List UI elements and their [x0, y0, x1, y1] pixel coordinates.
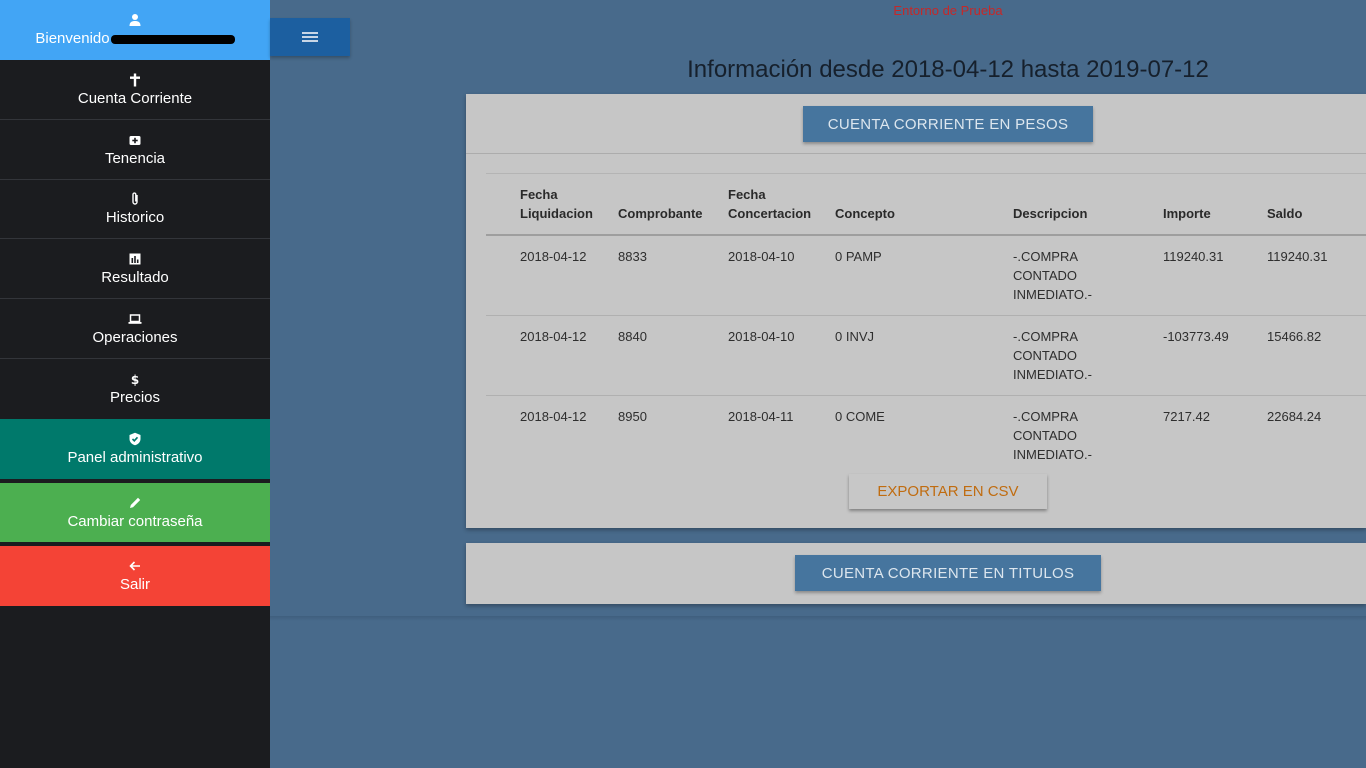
sidebar-item-precios[interactable]: $ Precios [0, 359, 270, 418]
medkit-icon [128, 133, 142, 147]
cross-icon [128, 73, 142, 87]
svg-text:$: $ [131, 373, 139, 386]
sidebar-item-label: Panel administrativo [67, 449, 203, 466]
cell-fecha-liquidacion: 2018-04-12 [520, 409, 587, 424]
sidebar-welcome[interactable]: Bienvenido [0, 0, 270, 60]
cell-concepto: 0 COME [835, 409, 885, 424]
sidebar-item-salir[interactable]: Salir [0, 546, 270, 606]
sidebar-item-label: Cambiar contraseña [67, 512, 203, 530]
cell-importe: 7217.42 [1163, 409, 1210, 424]
pesos-panel: CUENTA CORRIENTE EN PESOS Fecha Liquidaci… [466, 94, 1366, 528]
pencil-icon [128, 496, 142, 510]
sidebar-item-tenencia[interactable]: Tenencia [0, 120, 270, 179]
cuenta-corriente-pesos-button[interactable]: CUENTA CORRIENTE EN PESOS [803, 106, 1093, 142]
divider [486, 173, 1366, 174]
sidebar-item-label: Resultado [101, 268, 169, 286]
sidebar-item-panel-administrativo[interactable]: Panel administrativo [0, 419, 270, 479]
sidebar-item-label: Precios [109, 388, 161, 406]
cell-descripcion: -.COMPRA CONTADO INMEDIATO.- [1013, 409, 1092, 462]
cell-fecha-concertacion: 2018-04-10 [728, 249, 795, 264]
row-divider [486, 315, 1366, 316]
arrow-left-icon [128, 559, 142, 573]
column-header-descripcion: Descripcion [1013, 206, 1088, 221]
dollar-icon: $ [128, 372, 142, 386]
column-header-concepto: Concepto [835, 206, 895, 221]
sidebar-item-label: Operaciones [92, 328, 178, 346]
shield-icon [128, 432, 142, 446]
column-header-saldo: Saldo [1267, 206, 1303, 221]
welcome-label: Bienvenido [35, 30, 110, 47]
sidebar-item-label: Tenencia [104, 149, 166, 167]
user-icon [128, 13, 142, 27]
hamburger-icon [302, 32, 318, 42]
export-csv-button[interactable]: EXPORTAR EN CSV [849, 474, 1047, 509]
cell-concepto: 0 INVJ [835, 329, 875, 344]
column-header-comprobante: Comprobante [618, 206, 703, 221]
menu-toggle-button[interactable] [270, 18, 350, 56]
cell-importe: -103773.49 [1163, 329, 1229, 344]
column-header-fecha-concertacion: Fecha Concertacion [728, 187, 812, 221]
sidebar-item-label: Cuenta Corriente [77, 89, 193, 107]
cell-descripcion: -.COMPRA CONTADO INMEDIATO.- [1013, 329, 1092, 382]
cell-fecha-concertacion: 2018-04-10 [728, 329, 795, 344]
paperclip-icon [128, 192, 142, 206]
titulos-panel: CUENTA CORRIENTE EN TITULOS [466, 543, 1366, 604]
cell-importe: 119240.31 [1163, 249, 1224, 264]
cell-comprobante: 8840 [618, 329, 647, 344]
sidebar: Bienvenido Cuenta Corriente Tenencia His… [0, 0, 270, 768]
cuenta-corriente-titulos-button[interactable]: CUENTA CORRIENTE EN TITULOS [795, 555, 1101, 591]
environment-label: Entorno de Prueba [893, 3, 1003, 18]
sidebar-item-cambiar-contrasena[interactable]: Cambiar contraseña [0, 483, 270, 542]
cell-fecha-liquidacion: 2018-04-12 [520, 249, 587, 264]
sidebar-item-operaciones[interactable]: Operaciones [0, 299, 270, 358]
column-header-fecha-liquidacion: Fecha Liquidacion [520, 187, 593, 221]
cell-saldo: 119240.31 [1267, 249, 1328, 264]
cell-descripcion: -.COMPRA CONTADO INMEDIATO.- [1013, 249, 1092, 302]
redacted-username [110, 35, 235, 44]
sidebar-item-label: Historico [105, 209, 165, 226]
cell-fecha-concertacion: 2018-04-11 [728, 409, 794, 424]
divider [466, 153, 1366, 154]
bar-chart-icon [128, 252, 142, 266]
cell-concepto: 0 PAMP [835, 249, 882, 264]
laptop-icon [128, 312, 142, 326]
content-bottom-edge [270, 616, 1366, 621]
cell-comprobante: 8833 [618, 249, 647, 264]
cell-saldo: 22684.24 [1267, 409, 1322, 424]
cell-comprobante: 8950 [618, 409, 647, 424]
sidebar-item-cuenta-corriente[interactable]: Cuenta Corriente [0, 60, 270, 119]
header-divider [486, 234, 1366, 236]
row-divider [486, 395, 1366, 396]
cell-fecha-liquidacion: 2018-04-12 [520, 329, 587, 344]
column-header-importe: Importe [1163, 206, 1211, 221]
sidebar-item-historico[interactable]: Historico [0, 180, 270, 238]
sidebar-item-resultado[interactable]: Resultado [0, 239, 270, 298]
cell-saldo: 15466.82 [1267, 329, 1322, 344]
sidebar-item-label: Salir [119, 576, 150, 593]
page-title: Información desde 2018-04-12 hasta 2019-… [687, 56, 1209, 83]
